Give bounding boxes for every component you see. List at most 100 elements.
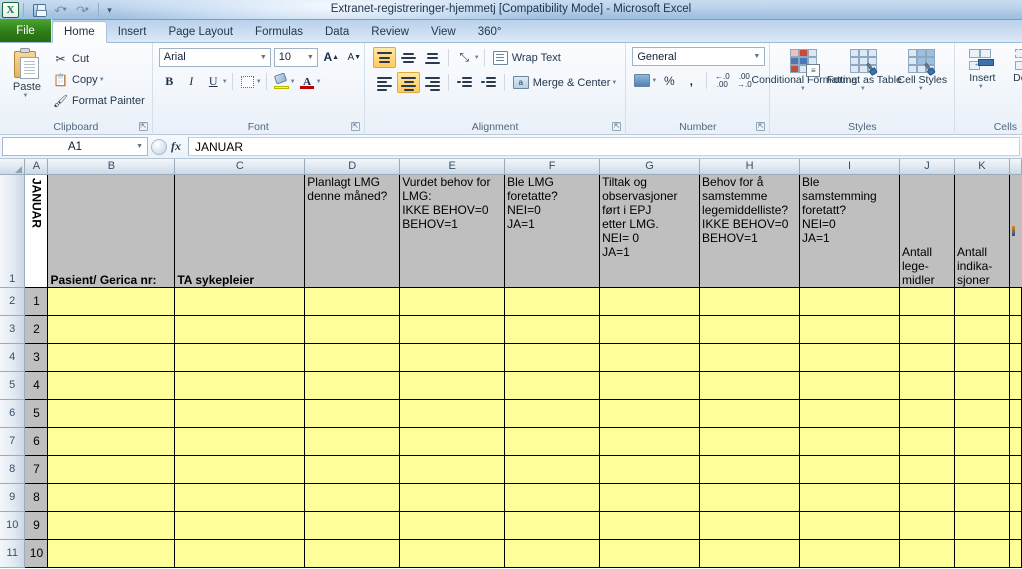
cell-l2-partial[interactable] <box>1009 286 1022 316</box>
delete-cells-button[interactable]: ✕ Delete ▼ <box>1005 47 1022 90</box>
column-header-a[interactable]: A <box>24 159 49 175</box>
cell-c5[interactable] <box>174 370 306 400</box>
cell-b8[interactable] <box>47 454 176 484</box>
conditional-formatting-button[interactable]: ≡ Conditional Formatting ▼ <box>752 47 857 92</box>
align-right-button[interactable] <box>421 72 444 93</box>
insert-cells-button[interactable]: ← Insert ▼ <box>959 47 1005 90</box>
spreadsheet-grid[interactable]: A B C D E F G H I J K 1 JANUAR Pasient/ … <box>0 159 1022 568</box>
table-row[interactable]: 54 <box>0 370 1022 400</box>
cell-h9[interactable] <box>699 482 801 512</box>
font-name-caret-icon[interactable]: ▼ <box>260 54 267 61</box>
name-box[interactable]: A1 ▼ <box>2 137 148 156</box>
cell-j6[interactable] <box>899 398 955 428</box>
cell-e6[interactable] <box>399 398 506 428</box>
font-color-button[interactable]: A <box>297 72 318 92</box>
cell-f1[interactable]: Ble LMG foretatte? NEI=0 JA=1 <box>504 173 601 288</box>
copy-dropdown-icon[interactable]: ▼ <box>99 77 105 83</box>
cell-j11[interactable] <box>899 538 955 568</box>
tab-page-layout[interactable]: Page Layout <box>157 21 244 42</box>
cell-c6[interactable] <box>174 398 306 428</box>
paste-dropdown-icon[interactable]: ▼ <box>23 93 29 99</box>
cell-h7[interactable] <box>699 426 801 456</box>
column-header-h[interactable]: H <box>699 159 801 175</box>
cell-k10[interactable] <box>953 510 1010 540</box>
cell-k9[interactable] <box>953 482 1010 512</box>
cell-e10[interactable] <box>399 510 506 540</box>
cell-k4[interactable] <box>953 342 1010 372</box>
select-all-corner[interactable] <box>0 159 26 175</box>
cell-j2[interactable] <box>899 286 955 316</box>
percent-style-button[interactable]: % <box>659 70 679 91</box>
fill-color-button[interactable] <box>271 72 292 92</box>
cell-d7[interactable] <box>304 426 401 456</box>
format-as-table-dropdown-icon[interactable]: ▼ <box>860 86 866 92</box>
cell-a4[interactable]: 3 <box>24 342 49 372</box>
tab-data[interactable]: Data <box>314 21 360 42</box>
cell-g6[interactable] <box>599 398 701 428</box>
cell-g3[interactable] <box>599 314 701 344</box>
cell-h2[interactable] <box>699 286 801 316</box>
cell-h4[interactable] <box>699 342 801 372</box>
cell-b10[interactable] <box>47 510 176 540</box>
cell-f8[interactable] <box>504 454 601 484</box>
table-row[interactable]: 10 9 <box>0 510 1022 540</box>
alignment-dialog-launcher-icon[interactable]: ⇱ <box>612 122 622 131</box>
cell-i6[interactable] <box>799 398 900 428</box>
cell-k11[interactable] <box>953 538 1010 568</box>
cell-l10-partial[interactable] <box>1009 510 1022 540</box>
tab-home[interactable]: Home <box>52 21 107 43</box>
borders-button[interactable] <box>237 72 258 92</box>
cell-l5-partial[interactable] <box>1009 370 1022 400</box>
cell-e11[interactable] <box>399 538 506 568</box>
cell-c11[interactable] <box>174 538 306 568</box>
table-row[interactable]: 98 <box>0 482 1022 512</box>
decrease-font-size-button[interactable]: A ▼ <box>345 47 364 67</box>
cell-i11[interactable] <box>799 538 900 568</box>
bottom-align-button[interactable] <box>421 47 444 68</box>
column-header-k[interactable]: K <box>954 159 1010 175</box>
comma-style-button[interactable]: , <box>681 70 701 91</box>
cell-b6[interactable] <box>47 398 176 428</box>
cell-a8[interactable]: 7 <box>24 454 49 484</box>
row-header-4[interactable]: 4 <box>0 343 26 372</box>
cell-j8[interactable] <box>899 454 955 484</box>
tab-360[interactable]: 360° <box>467 21 513 42</box>
cell-f5[interactable] <box>504 370 601 400</box>
currency-dropdown-icon[interactable]: ▼ <box>651 78 657 84</box>
number-format-combo[interactable]: General ▼ <box>632 47 766 66</box>
cell-b7[interactable] <box>47 426 176 456</box>
italic-button[interactable]: I <box>181 72 202 92</box>
cell-b1[interactable]: Pasient/ Gerica nr: <box>47 173 176 288</box>
orientation-dropdown-icon[interactable]: ▼ <box>474 55 480 61</box>
cell-d5[interactable] <box>304 370 401 400</box>
cell-g5[interactable] <box>599 370 701 400</box>
cell-a1[interactable]: JANUAR <box>24 173 49 288</box>
cell-b9[interactable] <box>47 482 176 512</box>
column-header-c[interactable]: C <box>174 159 306 175</box>
row-header-10[interactable]: 10 <box>0 511 26 540</box>
cell-g8[interactable] <box>599 454 701 484</box>
row-header-8[interactable]: 8 <box>0 455 26 484</box>
column-header-e[interactable]: E <box>399 159 506 175</box>
cell-l3-partial[interactable] <box>1009 314 1022 344</box>
cell-h11[interactable] <box>699 538 801 568</box>
number-dialog-launcher-icon[interactable]: ⇱ <box>756 122 766 131</box>
cell-i7[interactable] <box>799 426 900 456</box>
cell-j9[interactable] <box>899 482 955 512</box>
number-format-caret-icon[interactable]: ▼ <box>753 53 760 60</box>
row-header-2[interactable]: 2 <box>0 287 26 316</box>
tab-formulas[interactable]: Formulas <box>244 21 314 42</box>
column-header-row[interactable]: A B C D E F G H I J K <box>0 159 1022 175</box>
column-header-j[interactable]: J <box>899 159 955 175</box>
insert-function-icon[interactable]: fx <box>169 139 185 154</box>
cell-c8[interactable] <box>174 454 306 484</box>
align-left-button[interactable] <box>373 72 396 93</box>
row-header-3[interactable]: 3 <box>0 315 26 344</box>
cell-g2[interactable] <box>599 286 701 316</box>
cell-d10[interactable] <box>304 510 401 540</box>
cell-e5[interactable] <box>399 370 506 400</box>
cell-k2[interactable] <box>953 286 1010 316</box>
merge-center-button[interactable]: a Merge & Center ▼ <box>509 72 622 93</box>
cell-i1[interactable]: Ble samstemming foretatt? NEI=0 JA=1 <box>799 173 900 288</box>
fill-color-dropdown-icon[interactable]: ▼ <box>290 79 296 85</box>
